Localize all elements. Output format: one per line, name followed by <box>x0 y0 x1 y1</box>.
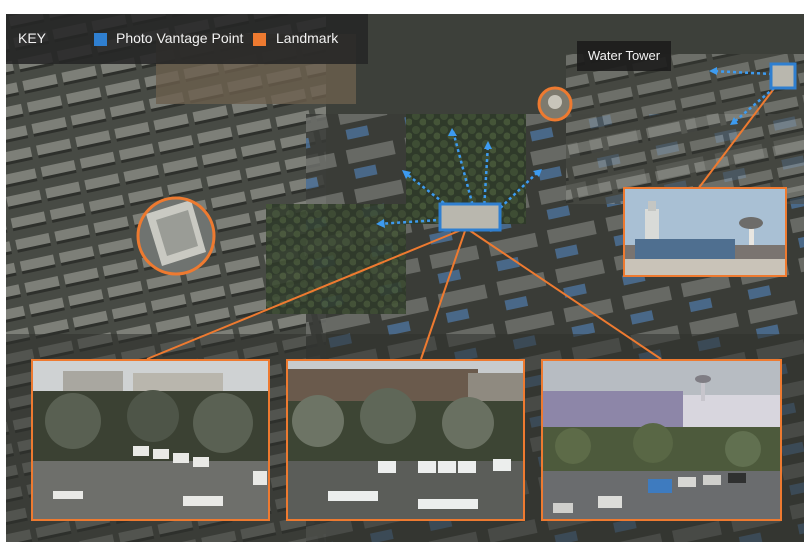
key-title: KEY <box>18 30 47 46</box>
vantage-point-east <box>769 62 797 90</box>
photo-water-tower <box>623 187 787 277</box>
photo-parking-lot-right <box>541 359 782 521</box>
vantage-swatch-icon <box>94 33 107 46</box>
photo-snow-parking-left <box>31 359 270 521</box>
photo-snow-parking-center <box>286 359 525 521</box>
map-key: KEY Photo Vantage Point Landmark <box>6 14 368 64</box>
vantage-point-main <box>438 202 502 232</box>
landmark-swatch-icon <box>253 33 266 46</box>
key-vantage-label: Photo Vantage Point <box>116 30 244 46</box>
water-tower-label: Water Tower <box>577 41 671 71</box>
key-landmark-label: Landmark <box>276 30 339 46</box>
annotated-aerial-map: KEY Photo Vantage Point Landmark Water T… <box>6 14 804 542</box>
